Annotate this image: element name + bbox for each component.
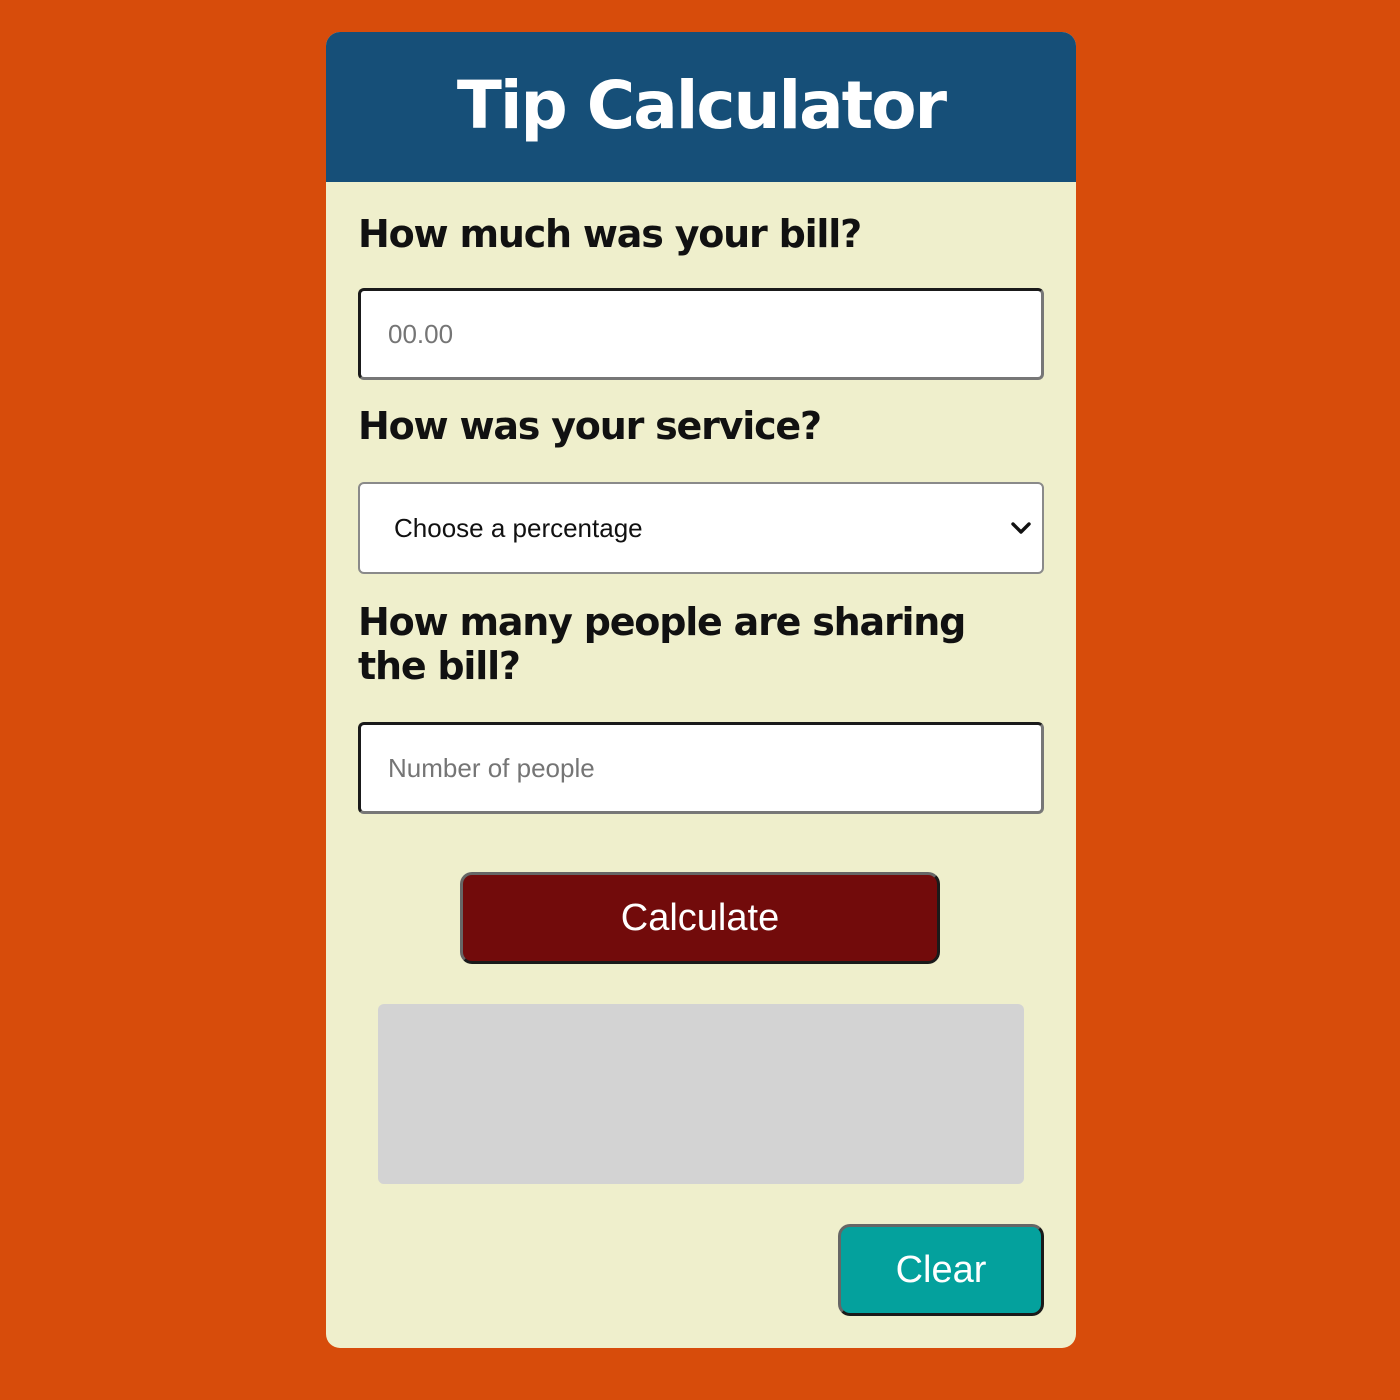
service-select[interactable]: Choose a percentage xyxy=(358,482,1044,574)
people-label: How many people are sharing the bill? xyxy=(358,600,966,688)
chevron-down-icon xyxy=(1006,513,1036,543)
calculate-button[interactable]: Calculate xyxy=(460,872,940,964)
clear-button[interactable]: Clear xyxy=(838,1224,1044,1316)
service-select-value: Choose a percentage xyxy=(394,512,643,543)
result-box xyxy=(378,1004,1024,1184)
people-count-input[interactable] xyxy=(361,725,1041,811)
header: Tip Calculator xyxy=(326,32,1076,182)
service-label: How was your service? xyxy=(358,404,822,448)
bill-amount-input[interactable] xyxy=(361,291,1041,377)
bill-field-wrapper xyxy=(358,288,1044,380)
people-field-wrapper xyxy=(358,722,1044,814)
page-title: Tip Calculator xyxy=(456,66,947,144)
bill-label: How much was your bill? xyxy=(358,212,862,256)
tip-calculator-card: Tip Calculator How much was your bill? H… xyxy=(326,32,1076,1348)
